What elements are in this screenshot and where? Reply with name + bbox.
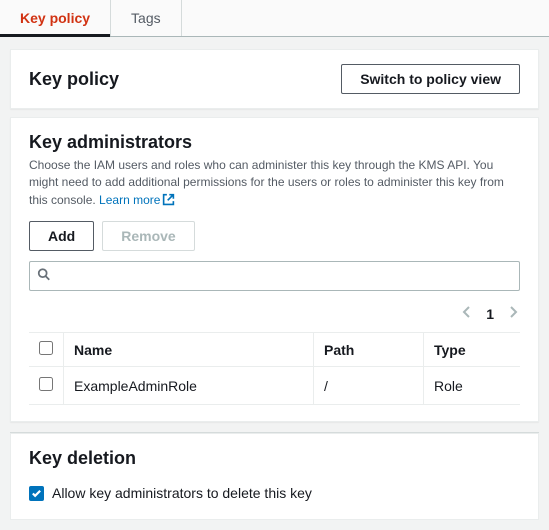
cell-name: ExampleAdminRole (64, 367, 314, 405)
next-page-button[interactable] (508, 305, 518, 322)
section-title-deletion: Key deletion (29, 448, 520, 469)
prev-page-button[interactable] (462, 305, 472, 322)
section-desc-admins: Choose the IAM users and roles who can a… (29, 157, 520, 211)
search-icon (37, 268, 51, 285)
tab-tags[interactable]: Tags (111, 0, 182, 36)
col-path: Path (314, 333, 424, 367)
table-row: ExampleAdminRole / Role (29, 367, 520, 405)
tabs: Key policy Tags (0, 0, 549, 37)
pagination: 1 (29, 299, 520, 332)
remove-button[interactable]: Remove (102, 221, 194, 251)
allow-delete-checkbox-row[interactable]: Allow key administrators to delete this … (29, 485, 520, 501)
col-name: Name (64, 333, 314, 367)
key-deletion-section: Key deletion Allow key administrators to… (10, 433, 539, 520)
search-input[interactable] (29, 261, 520, 291)
allow-delete-checkbox[interactable] (29, 486, 44, 501)
external-link-icon (162, 193, 175, 211)
allow-delete-label: Allow key administrators to delete this … (52, 485, 312, 501)
section-title-admins: Key administrators (29, 132, 520, 153)
row-checkbox[interactable] (39, 377, 53, 391)
admins-table: Name Path Type ExampleAdminRole / Role (29, 332, 520, 405)
key-policy-panel: Key policy Switch to policy view (10, 49, 539, 109)
col-type: Type (424, 333, 521, 367)
select-all-checkbox[interactable] (39, 341, 53, 355)
switch-to-policy-view-button[interactable]: Switch to policy view (341, 64, 520, 94)
key-administrators-section: Key administrators Choose the IAM users … (10, 117, 539, 422)
cell-path: / (314, 367, 424, 405)
add-button[interactable]: Add (29, 221, 94, 251)
page-number: 1 (486, 306, 494, 322)
tab-key-policy[interactable]: Key policy (0, 0, 111, 36)
page-title: Key policy (29, 69, 119, 90)
learn-more-link[interactable]: Learn more (99, 193, 175, 207)
cell-type: Role (424, 367, 521, 405)
